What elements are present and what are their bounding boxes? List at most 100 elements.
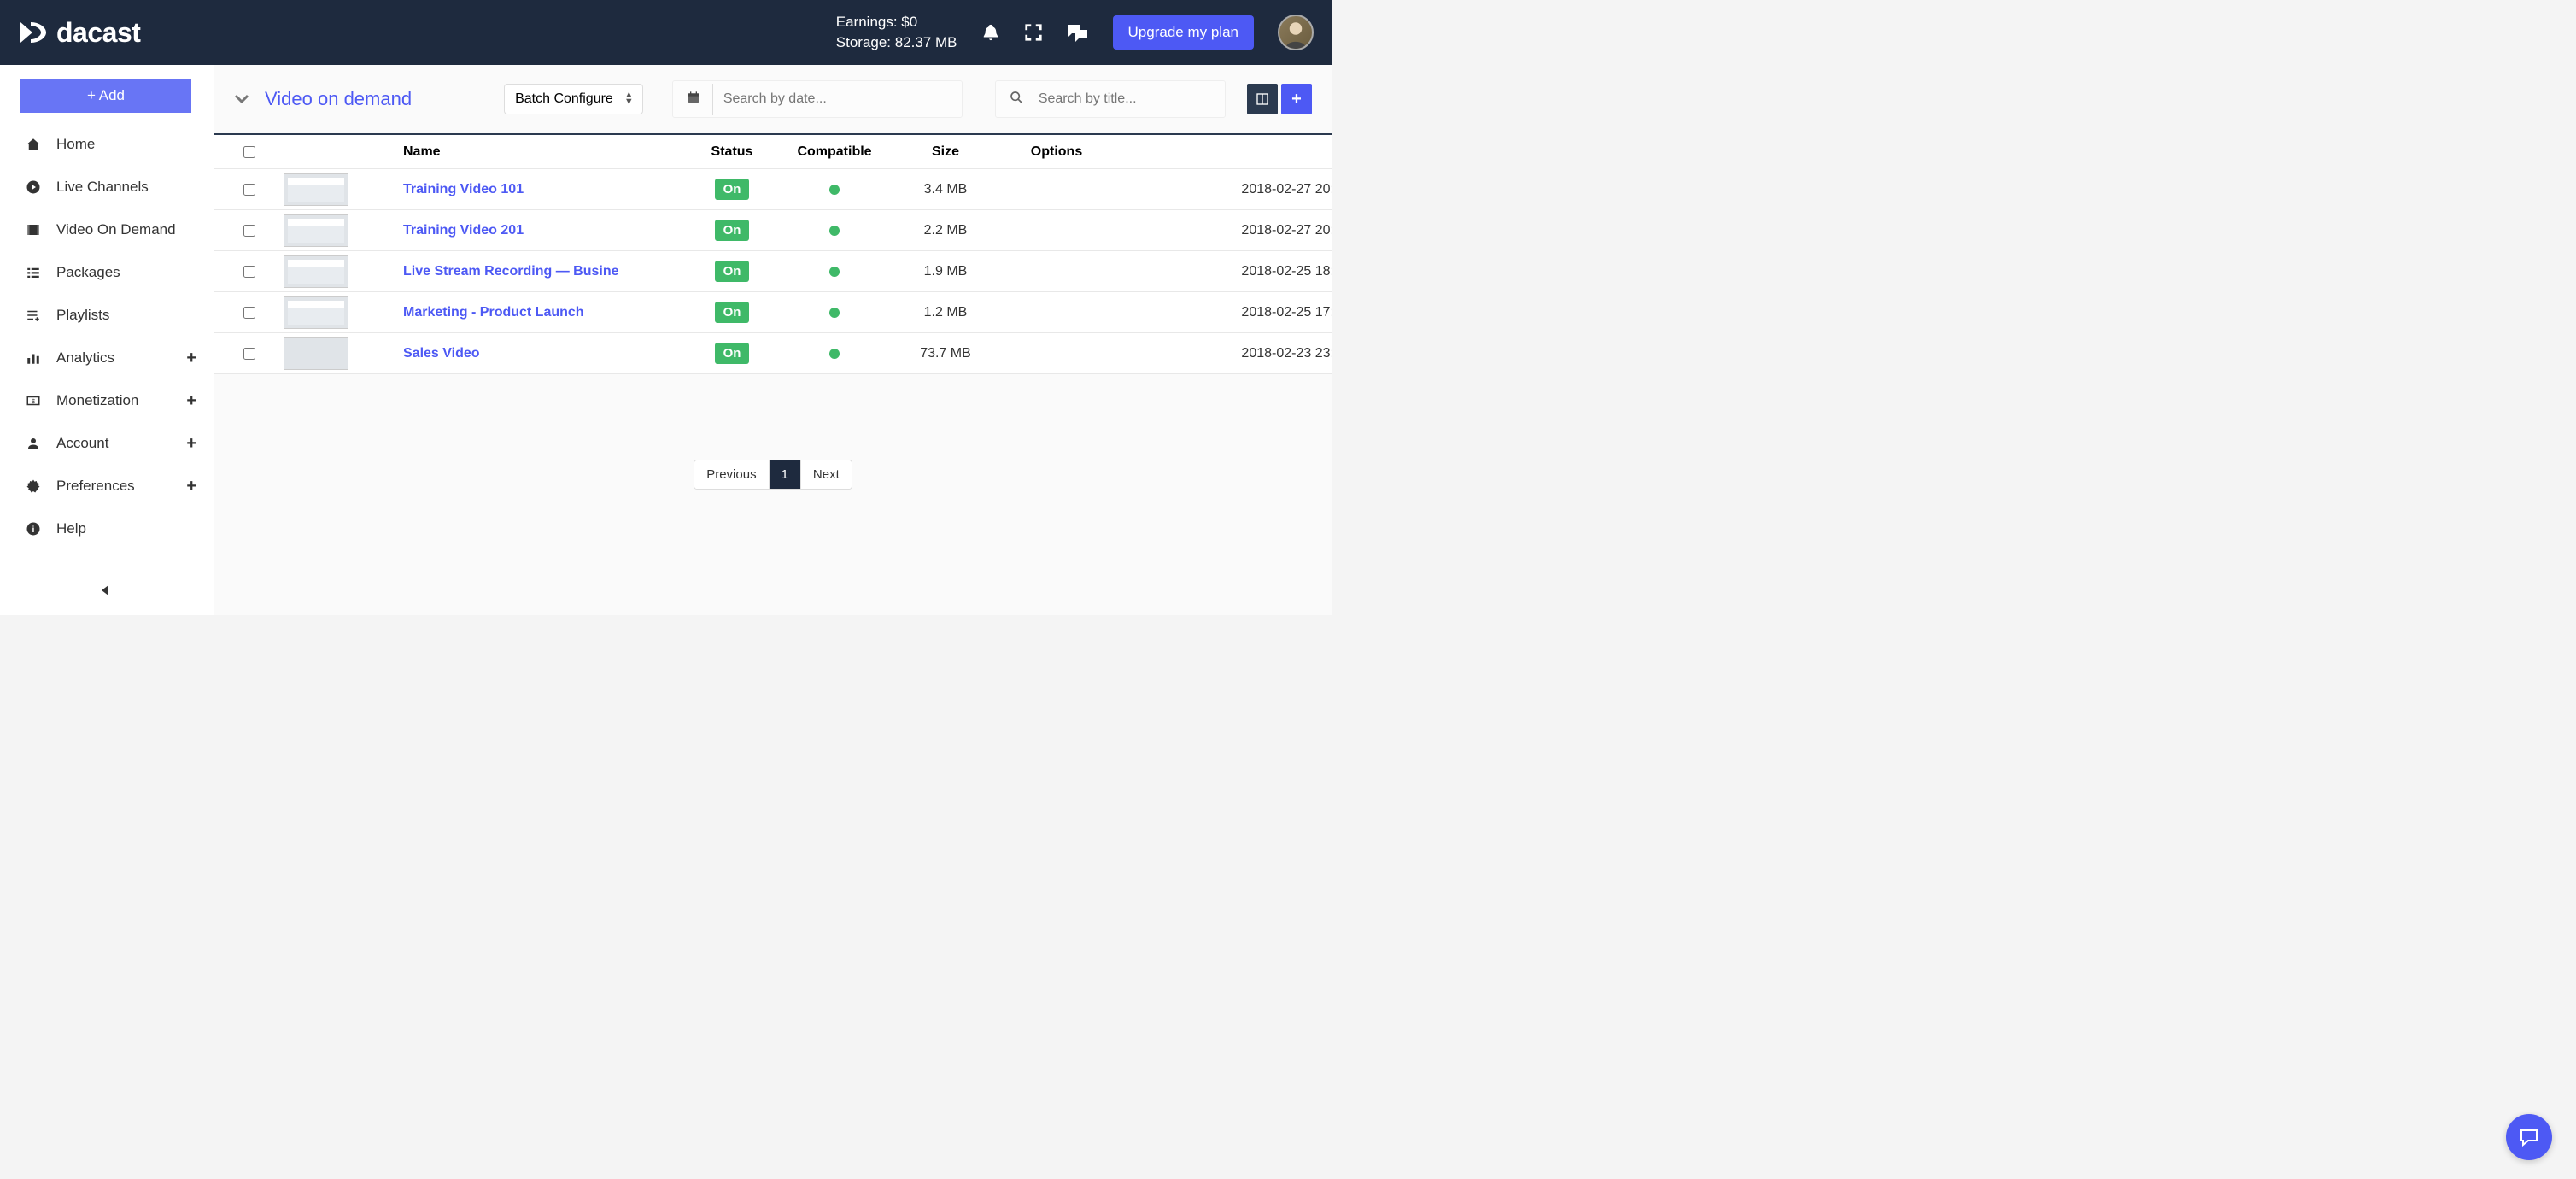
pagination-previous[interactable]: Previous [694, 460, 768, 489]
compatible-indicator [829, 185, 840, 195]
video-name-link[interactable]: Sales Video [403, 346, 685, 361]
status-badge: On [715, 343, 750, 364]
sidebar-item-live-channels[interactable]: Live Channels [0, 166, 214, 208]
columns-button[interactable] [1247, 84, 1278, 114]
sidebar-item-packages[interactable]: Packages [0, 251, 214, 294]
chevron-down-icon[interactable] [234, 94, 249, 104]
sidebar-item-label: Live Channels [56, 179, 149, 196]
sidebar: + Add Home Live Channels Video On Demand… [0, 65, 214, 615]
sidebar-item-account[interactable]: Account + [0, 422, 214, 465]
th-name: Name [403, 144, 685, 160]
expand-icon: + [186, 477, 196, 496]
bell-icon[interactable] [981, 23, 1000, 42]
sidebar-item-monetization[interactable]: $ Monetization + [0, 379, 214, 422]
sidebar-item-vod[interactable]: Video On Demand [0, 208, 214, 251]
size-text: 1.9 MB [890, 264, 1001, 279]
th-status: Status [685, 144, 779, 160]
select-all-checkbox[interactable] [243, 146, 255, 158]
status-badge: On [715, 302, 750, 323]
th-options: Options [1001, 144, 1112, 160]
search-icon[interactable] [1006, 84, 1035, 115]
status-badge: On [715, 261, 750, 282]
table-row: Training Video 101 On 3.4 MB 2018-02-27 … [214, 169, 1332, 210]
storage-text: Storage: 82.37 MB [836, 32, 957, 53]
film-icon [24, 222, 43, 238]
table-header: Name Status Compatible Size Options Date… [214, 135, 1332, 169]
sidebar-item-label: Account [56, 435, 108, 452]
svg-text:$: $ [32, 397, 36, 405]
logo-text: dacast [56, 17, 140, 49]
date-text: 2018-02-25 18:17:00 [1112, 264, 1332, 279]
video-thumbnail[interactable] [284, 296, 348, 329]
sidebar-item-label: Analytics [56, 349, 114, 367]
logo-icon [19, 21, 48, 44]
person-icon [24, 436, 43, 451]
add-button[interactable]: + Add [20, 79, 191, 113]
row-checkbox[interactable] [243, 266, 255, 278]
row-checkbox[interactable] [243, 307, 255, 319]
search-date-input[interactable] [720, 83, 951, 115]
gear-icon [24, 478, 43, 494]
sidebar-item-label: Preferences [56, 478, 135, 495]
expand-icon: + [186, 391, 196, 411]
sidebar-item-label: Monetization [56, 392, 138, 409]
compatible-indicator [829, 267, 840, 277]
table-row: Sales Video On 73.7 MB 2018-02-23 23:30:… [214, 333, 1332, 374]
row-checkbox[interactable] [243, 225, 255, 237]
pagination-next[interactable]: Next [800, 460, 852, 489]
playlist-icon [24, 308, 43, 323]
batch-configure-select[interactable]: Batch Configure ▲▼ [504, 84, 643, 114]
th-date: Date [1112, 144, 1332, 160]
table-row: Marketing - Product Launch On 1.2 MB 201… [214, 292, 1332, 333]
search-date-wrap [672, 80, 963, 118]
videos-table: Name Status Compatible Size Options Date… [214, 133, 1332, 374]
video-thumbnail[interactable] [284, 214, 348, 247]
sidebar-item-home[interactable]: Home [0, 123, 214, 166]
sort-icon: ▲▼ [624, 92, 634, 105]
sidebar-item-playlists[interactable]: Playlists [0, 294, 214, 337]
row-checkbox[interactable] [243, 184, 255, 196]
date-text: 2018-02-27 20:44:01 [1112, 223, 1332, 238]
chart-icon [24, 350, 43, 366]
table-row: Live Stream Recording — Busine On 1.9 MB… [214, 251, 1332, 292]
content-area: Video on demand Batch Configure ▲▼ [214, 65, 1332, 615]
earnings-text: Earnings: $0 [836, 12, 957, 32]
search-title-wrap [995, 80, 1226, 118]
video-name-link[interactable]: Live Stream Recording — Busine [403, 264, 685, 279]
video-thumbnail[interactable] [284, 255, 348, 288]
fullscreen-icon[interactable] [1024, 23, 1043, 42]
compatible-indicator [829, 226, 840, 236]
collapse-sidebar-icon[interactable] [98, 580, 115, 602]
table-row: Training Video 201 On 2.2 MB 2018-02-27 … [214, 210, 1332, 251]
size-text: 73.7 MB [890, 346, 1001, 361]
logo[interactable]: dacast [19, 17, 140, 49]
comments-icon[interactable] [1067, 23, 1089, 42]
expand-icon: + [186, 434, 196, 454]
sidebar-item-help[interactable]: i Help [0, 507, 214, 550]
search-title-input[interactable] [1035, 83, 1215, 115]
size-text: 1.2 MB [890, 305, 1001, 320]
video-name-link[interactable]: Training Video 201 [403, 223, 685, 238]
video-name-link[interactable]: Marketing - Product Launch [403, 305, 685, 320]
pagination-page-1[interactable]: 1 [769, 460, 800, 489]
row-checkbox[interactable] [243, 348, 255, 360]
toolbar: Video on demand Batch Configure ▲▼ [214, 65, 1332, 133]
dollar-icon: $ [24, 393, 43, 408]
home-icon [24, 137, 43, 152]
add-video-button[interactable]: + [1281, 84, 1312, 114]
compatible-indicator [829, 308, 840, 318]
sidebar-item-label: Video On Demand [56, 221, 176, 238]
upgrade-button[interactable]: Upgrade my plan [1113, 15, 1254, 50]
status-badge: On [715, 179, 750, 200]
avatar[interactable] [1278, 15, 1314, 50]
expand-icon: + [186, 349, 196, 368]
video-thumbnail[interactable] [284, 337, 348, 370]
calendar-icon[interactable] [683, 84, 713, 115]
video-name-link[interactable]: Training Video 101 [403, 182, 685, 197]
info-icon: i [24, 521, 43, 537]
size-text: 3.4 MB [890, 182, 1001, 197]
video-thumbnail[interactable] [284, 173, 348, 206]
sidebar-item-preferences[interactable]: Preferences + [0, 465, 214, 507]
sidebar-item-analytics[interactable]: Analytics + [0, 337, 214, 379]
date-text: 2018-02-25 17:59:50 [1112, 305, 1332, 320]
